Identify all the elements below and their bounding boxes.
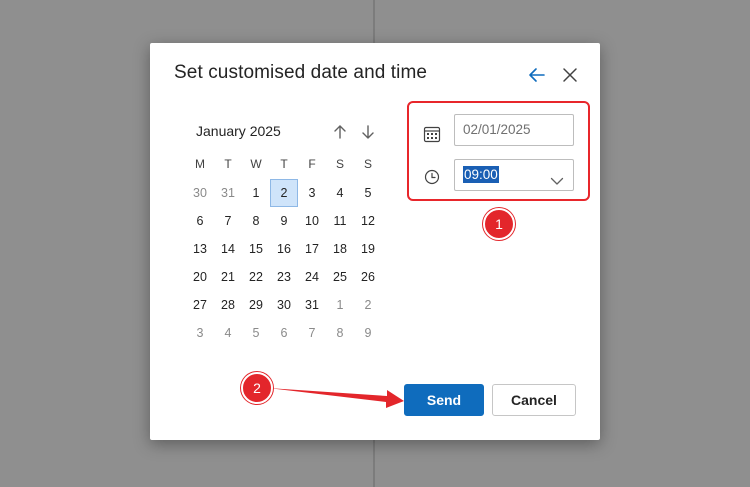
calendar-day[interactable]: 6: [186, 207, 214, 235]
annotation-badge-2: 2: [241, 372, 273, 404]
calendar-day[interactable]: 6: [270, 319, 298, 347]
dialog-title: Set customised date and time: [174, 62, 428, 83]
calendar-day[interactable]: 20: [186, 263, 214, 291]
calendar-day-selected[interactable]: 2: [270, 179, 298, 207]
calendar-day[interactable]: 17: [298, 235, 326, 263]
next-month-arrow-down-icon[interactable]: [358, 122, 378, 142]
calendar-day[interactable]: 16: [270, 235, 298, 263]
weekday-label: T: [224, 157, 232, 171]
calendar-day[interactable]: 28: [214, 291, 242, 319]
cancel-button[interactable]: Cancel: [492, 384, 576, 416]
calendar-day[interactable]: 29: [242, 291, 270, 319]
schedule-send-dialog: Set customised date and time January 202…: [150, 43, 600, 440]
calendar-day[interactable]: 30: [186, 179, 214, 207]
calendar-day[interactable]: 5: [354, 179, 382, 207]
calendar-day[interactable]: 13: [186, 235, 214, 263]
calendar-day[interactable]: 3: [298, 179, 326, 207]
calendar-day[interactable]: 8: [326, 319, 354, 347]
calendar-day[interactable]: 12: [354, 207, 382, 235]
weekday-header-row: MTWTFSS: [186, 155, 382, 173]
calendar-day[interactable]: 9: [270, 207, 298, 235]
calendar-day[interactable]: 7: [214, 207, 242, 235]
annotation-badge-1: 1: [483, 208, 515, 240]
calendar-day[interactable]: 22: [242, 263, 270, 291]
close-icon[interactable]: [559, 64, 581, 86]
calendar-day[interactable]: 10: [298, 207, 326, 235]
weekday-label: M: [195, 157, 205, 171]
calendar-day[interactable]: 4: [214, 319, 242, 347]
calendar-day[interactable]: 23: [270, 263, 298, 291]
calendar-day[interactable]: 15: [242, 235, 270, 263]
calendar-day[interactable]: 26: [354, 263, 382, 291]
calendar-day[interactable]: 5: [242, 319, 270, 347]
calendar-day[interactable]: 4: [326, 179, 354, 207]
calendar-day[interactable]: 24: [298, 263, 326, 291]
annotation-highlight-box: [407, 101, 590, 201]
calendar-day[interactable]: 9: [354, 319, 382, 347]
calendar-day[interactable]: 14: [214, 235, 242, 263]
weekday-label: F: [308, 157, 316, 171]
calendar-day-grid: 30 31 1 2 3 4 5 6 7 8 9 10 11 12 13 14 15 16 17 18 19 20 21 22 2…: [186, 179, 382, 347]
calendar-day[interactable]: 8: [242, 207, 270, 235]
calendar-day[interactable]: 1: [242, 179, 270, 207]
send-button[interactable]: Send: [404, 384, 484, 416]
calendar-day[interactable]: 19: [354, 235, 382, 263]
calendar-day[interactable]: 18: [326, 235, 354, 263]
weekday-label: S: [363, 157, 372, 171]
calendar-day[interactable]: 7: [298, 319, 326, 347]
calendar-day[interactable]: 11: [326, 207, 354, 235]
calendar-day[interactable]: 1: [326, 291, 354, 319]
calendar-day[interactable]: 25: [326, 263, 354, 291]
calendar-day[interactable]: 3: [186, 319, 214, 347]
calendar-day[interactable]: 31: [214, 179, 242, 207]
arrow-left-icon[interactable]: [526, 64, 548, 86]
calendar-day[interactable]: 27: [186, 291, 214, 319]
weekday-label: S: [335, 157, 344, 171]
calendar-month-label: January 2025: [196, 123, 281, 139]
previous-month-arrow-up-icon[interactable]: [330, 122, 350, 142]
weekday-label: W: [250, 157, 262, 171]
weekday-label: T: [280, 157, 288, 171]
calendar-day[interactable]: 30: [270, 291, 298, 319]
calendar-day[interactable]: 2: [354, 291, 382, 319]
calendar-day[interactable]: 31: [298, 291, 326, 319]
calendar-day[interactable]: 21: [214, 263, 242, 291]
